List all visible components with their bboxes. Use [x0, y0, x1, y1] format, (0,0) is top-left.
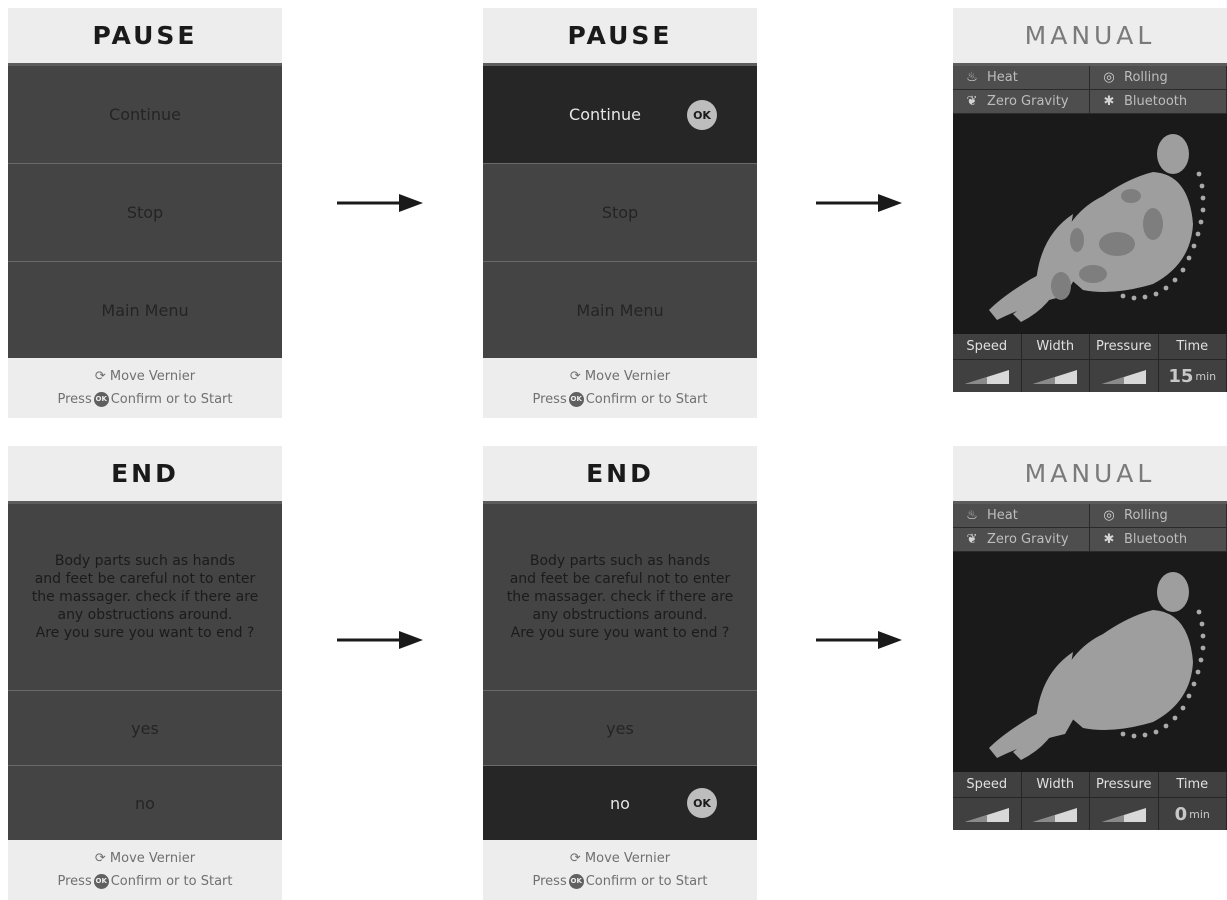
body-figure-view: [953, 552, 1227, 772]
footer-hint: ⟳ Move Vernier PressOKConfirm or to Star…: [483, 840, 757, 900]
move-icon: ⟳: [95, 851, 106, 866]
pressure-level-icon[interactable]: [1090, 360, 1159, 392]
zero-gravity-icon: ❦: [963, 532, 981, 547]
ok-icon: OK: [94, 392, 109, 407]
arrow-right-icon: [816, 630, 902, 650]
end-warning-message: Body parts such as hands and feet be car…: [8, 504, 282, 690]
width-level-icon[interactable]: [1022, 798, 1091, 830]
width-label: Width: [1022, 772, 1091, 798]
rolling-icon: ◎: [1100, 508, 1118, 523]
time-label: Time: [1159, 334, 1227, 360]
page-title: MANUAL: [953, 8, 1227, 66]
bluetooth-icon: ✱: [1100, 94, 1118, 109]
ok-icon: OK: [569, 874, 584, 889]
option-label: Continue: [109, 105, 181, 124]
page-title: PAUSE: [483, 8, 757, 66]
ok-icon: OK: [569, 392, 584, 407]
time-value[interactable]: 15min: [1159, 360, 1227, 392]
page-title: END: [8, 446, 282, 504]
option-label: no: [610, 794, 630, 813]
stop-option[interactable]: Stop: [8, 163, 282, 261]
arrow-right-icon: [337, 193, 423, 213]
page-title: END: [483, 446, 757, 504]
option-label: Continue: [569, 105, 641, 124]
move-icon: ⟳: [570, 369, 581, 384]
speed-label: Speed: [953, 334, 1022, 360]
rolling-icon: ◎: [1100, 70, 1118, 85]
massage-body-figure: [953, 114, 1227, 334]
speed-label: Speed: [953, 772, 1022, 798]
move-icon: ⟳: [570, 851, 581, 866]
stats-bar: Speed Width Pressure Time 15min: [953, 334, 1227, 392]
zero-gravity-icon: ❦: [963, 94, 981, 109]
main-menu-option[interactable]: Main Menu: [483, 261, 757, 358]
rolling-option[interactable]: ◎Rolling: [1090, 504, 1227, 528]
footer-hint: ⟳ Move Vernier PressOKConfirm or to Star…: [8, 840, 282, 900]
zero-gravity-option[interactable]: ❦Zero Gravity: [953, 528, 1090, 552]
pause-panel-selected: PAUSE Continue OK Stop Main Menu ⟳ Move …: [483, 8, 757, 418]
time-label: Time: [1159, 772, 1227, 798]
end-panel-selected: END Body parts such as hands and feet be…: [483, 446, 757, 900]
footer-hint: ⟳ Move Vernier PressOKConfirm or to Star…: [8, 358, 282, 418]
option-label: yes: [606, 719, 634, 738]
footer-hint: ⟳ Move Vernier PressOKConfirm or to Star…: [483, 358, 757, 418]
speed-level-icon[interactable]: [953, 798, 1022, 830]
rolling-option[interactable]: ◎Rolling: [1090, 66, 1227, 90]
stats-bar: Speed Width Pressure Time 0min: [953, 772, 1227, 830]
yes-option[interactable]: yes: [8, 690, 282, 765]
speed-level-icon[interactable]: [953, 360, 1022, 392]
option-label: Stop: [602, 203, 638, 222]
flame-icon: ♨: [963, 508, 981, 523]
move-icon: ⟳: [95, 369, 106, 384]
pressure-label: Pressure: [1090, 334, 1159, 360]
end-panel: END Body parts such as hands and feet be…: [8, 446, 282, 900]
body-figure-view: [953, 114, 1227, 334]
option-label: Main Menu: [576, 301, 663, 320]
manual-screen: MANUAL ♨Heat ◎Rolling ❦Zero Gravity ✱Blu…: [953, 446, 1227, 830]
page-title: MANUAL: [953, 446, 1227, 504]
arrow-right-icon: [337, 630, 423, 650]
pause-panel: PAUSE Continue Stop Main Menu ⟳ Move Ver…: [8, 8, 282, 418]
mode-options: ♨Heat ◎Rolling ❦Zero Gravity ✱Bluetooth: [953, 66, 1227, 114]
pressure-label: Pressure: [1090, 772, 1159, 798]
manual-screen: MANUAL ♨Heat ◎Rolling ❦Zero Gravity ✱Blu…: [953, 8, 1227, 392]
option-label: Main Menu: [101, 301, 188, 320]
ok-icon: OK: [687, 100, 717, 130]
bluetooth-icon: ✱: [1100, 532, 1118, 547]
heat-option[interactable]: ♨Heat: [953, 504, 1090, 528]
ok-icon: OK: [687, 788, 717, 818]
continue-option[interactable]: Continue OK: [483, 66, 757, 163]
arrow-right-icon: [816, 193, 902, 213]
ok-icon: OK: [94, 874, 109, 889]
option-label: yes: [131, 719, 159, 738]
no-option[interactable]: no OK: [483, 765, 757, 840]
stop-option[interactable]: Stop: [483, 163, 757, 261]
pressure-level-icon[interactable]: [1090, 798, 1159, 830]
page-title: PAUSE: [8, 8, 282, 66]
heat-option[interactable]: ♨Heat: [953, 66, 1090, 90]
width-label: Width: [1022, 334, 1091, 360]
massage-body-figure: [953, 552, 1227, 772]
flame-icon: ♨: [963, 70, 981, 85]
mode-options: ♨Heat ◎Rolling ❦Zero Gravity ✱Bluetooth: [953, 504, 1227, 552]
no-option[interactable]: no: [8, 765, 282, 840]
option-label: no: [135, 794, 155, 813]
bluetooth-option[interactable]: ✱Bluetooth: [1090, 528, 1227, 552]
main-menu-option[interactable]: Main Menu: [8, 261, 282, 358]
continue-option[interactable]: Continue: [8, 66, 282, 163]
yes-option[interactable]: yes: [483, 690, 757, 765]
end-warning-message: Body parts such as hands and feet be car…: [483, 504, 757, 690]
zero-gravity-option[interactable]: ❦Zero Gravity: [953, 90, 1090, 114]
width-level-icon[interactable]: [1022, 360, 1091, 392]
bluetooth-option[interactable]: ✱Bluetooth: [1090, 90, 1227, 114]
option-label: Stop: [127, 203, 163, 222]
time-value[interactable]: 0min: [1159, 798, 1227, 830]
